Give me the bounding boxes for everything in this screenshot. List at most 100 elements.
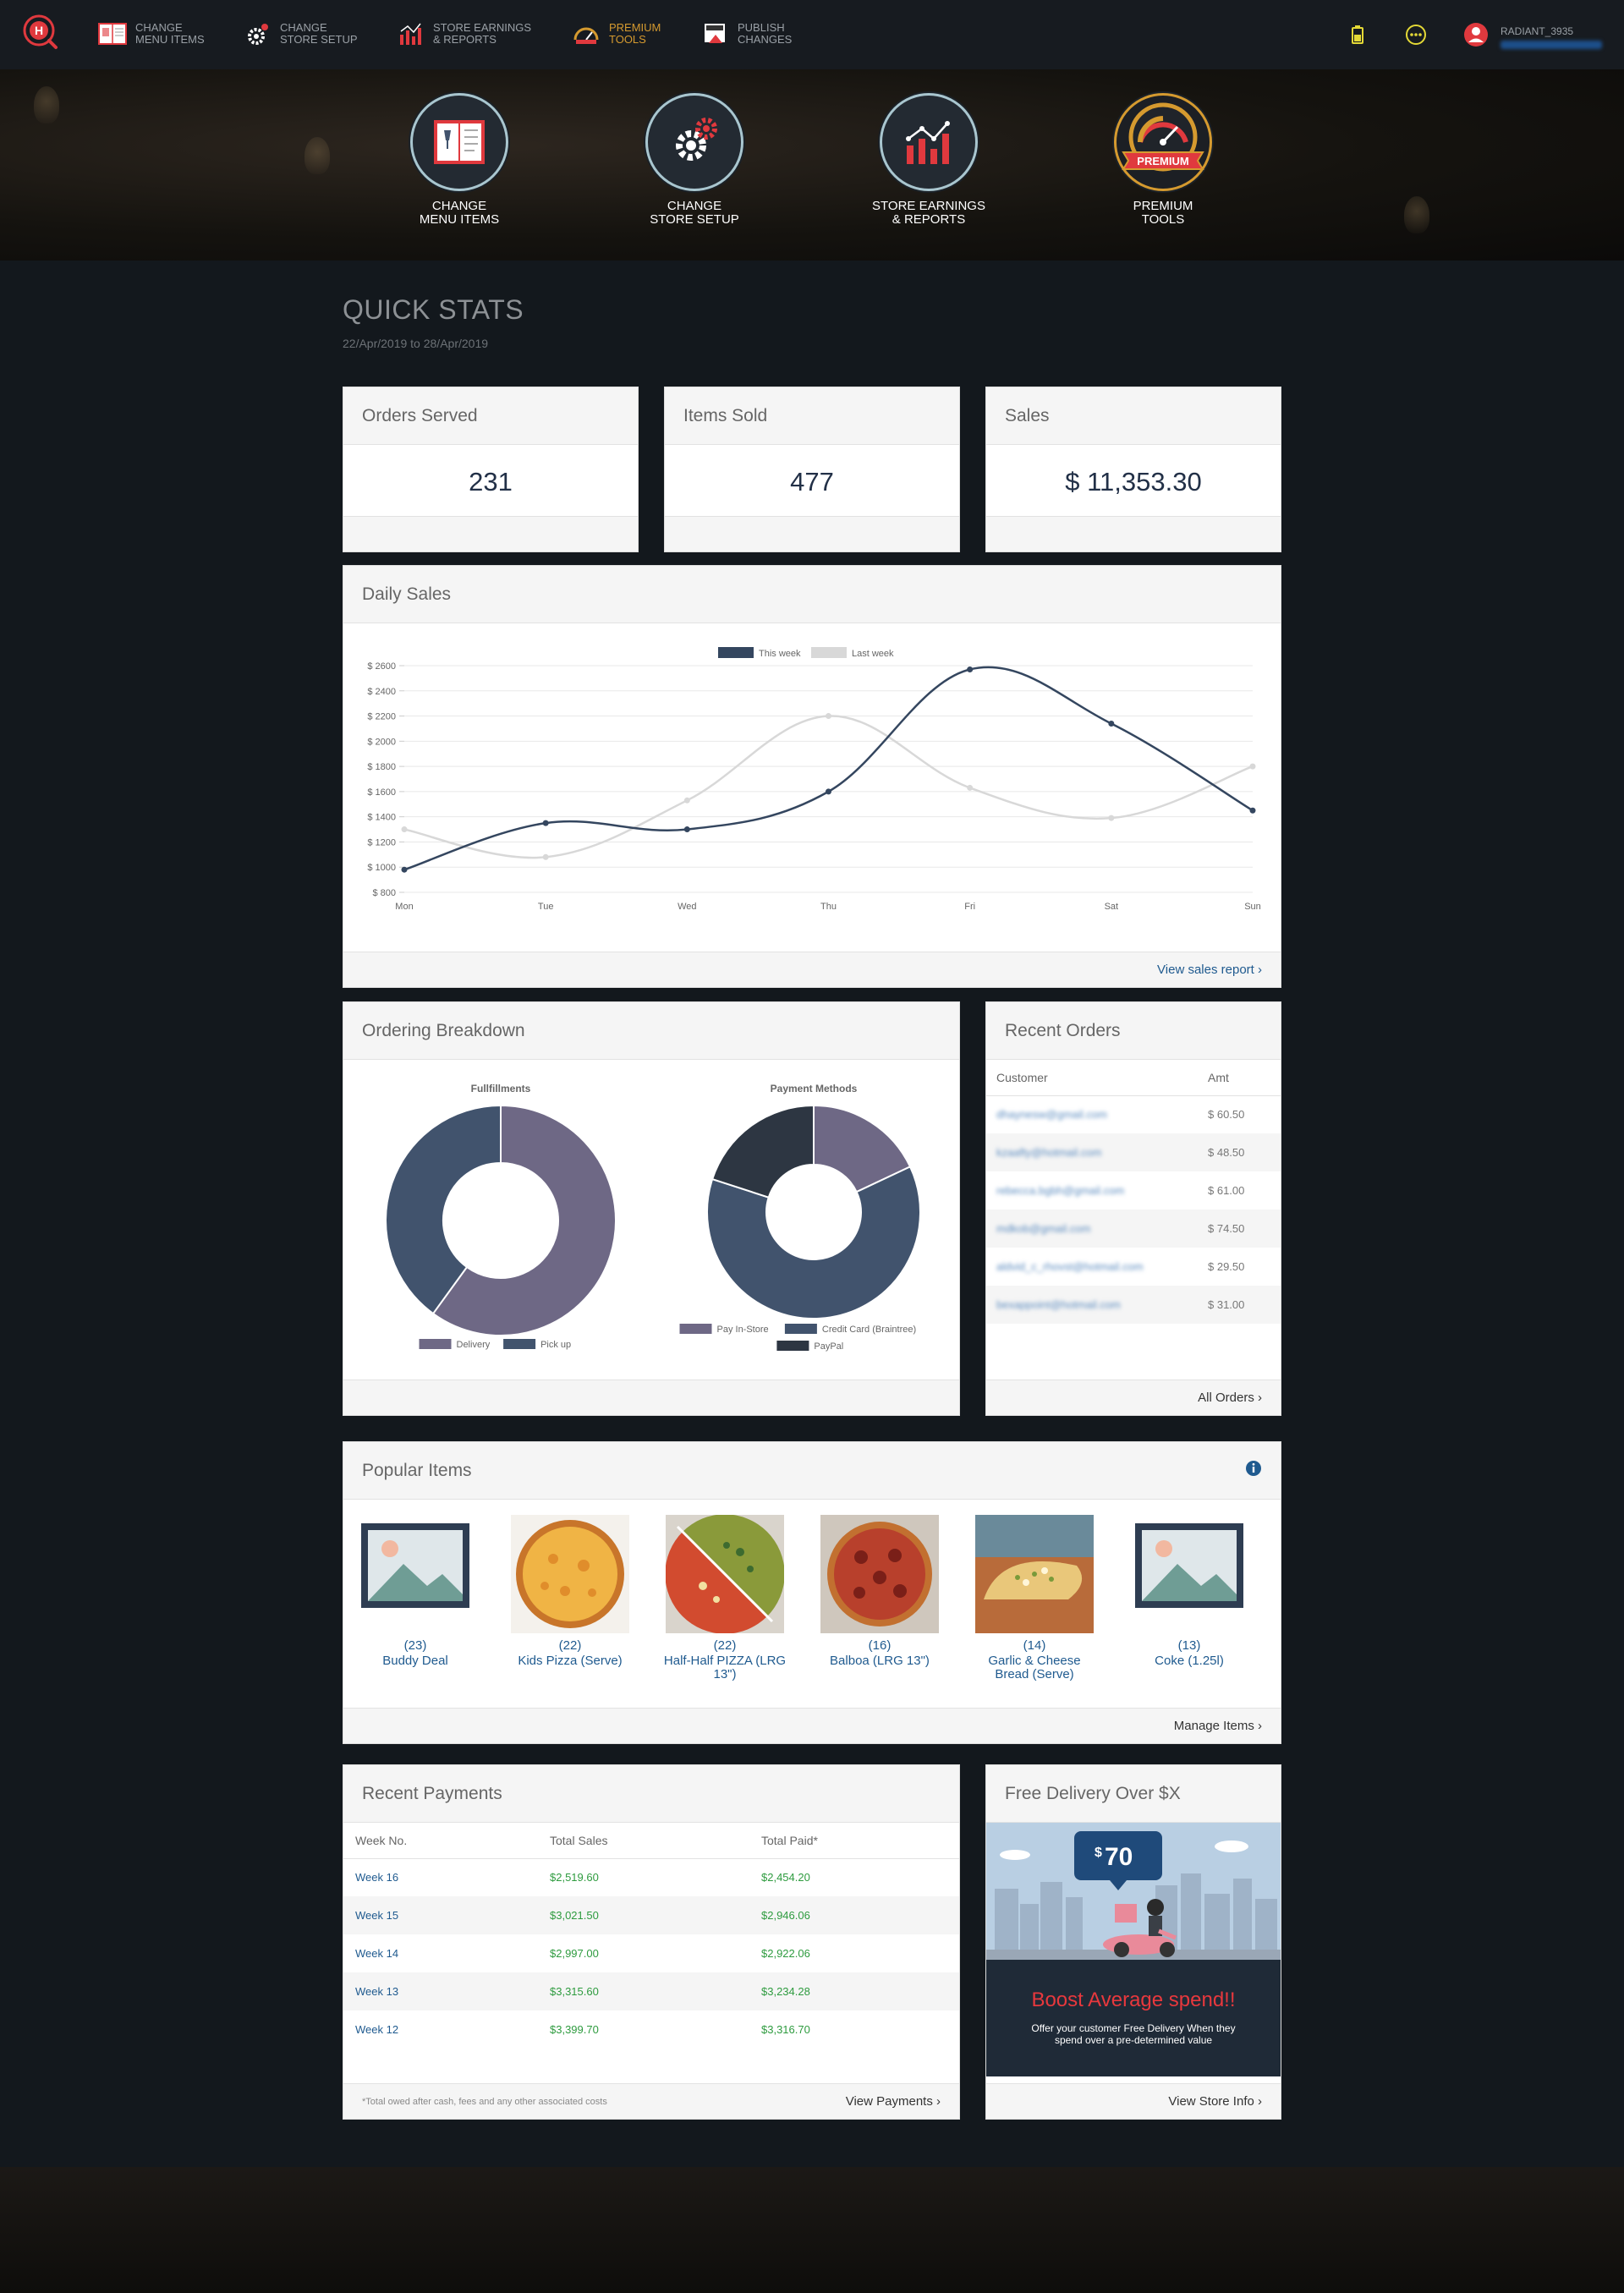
- week-link[interactable]: Week 13: [343, 1972, 538, 2010]
- total-sales-cell: $3,315.60: [538, 1972, 749, 2010]
- top-nav: H CHANGE MENU ITEMS CHANGE STORE SETUP S…: [0, 0, 1624, 69]
- column-header: Total Paid*: [749, 1823, 959, 1859]
- week-link[interactable]: Week 16: [343, 1858, 538, 1896]
- nav-change-menu-items[interactable]: CHANGE MENU ITEMS: [96, 19, 205, 49]
- item-name: Half-Half PIZZA (LRG 13"): [663, 1654, 787, 1681]
- item-image: [356, 1515, 475, 1633]
- data-point: [401, 826, 408, 833]
- view-payments-link[interactable]: View Payments ›: [846, 2094, 941, 2109]
- free-delivery-card: Free Delivery Over $X $ 70 Boost Average…: [985, 1764, 1281, 2120]
- column-header: Amt: [1198, 1060, 1281, 1096]
- total-sales-cell: $2,997.00: [550, 1947, 599, 1960]
- data-point: [683, 826, 690, 833]
- item-count: (16): [868, 1638, 892, 1653]
- popular-item[interactable]: (22) Half-Half PIZZA (LRG 13"): [661, 1515, 788, 1681]
- hero-change-store-setup[interactable]: CHANGE STORE SETUP: [631, 93, 758, 227]
- nav-store-earnings[interactable]: STORE EARNINGS & REPORTS: [394, 19, 531, 49]
- hero-premium-tools[interactable]: PREMIUM PREMIUM TOOLS: [1100, 93, 1226, 227]
- table-row: Week 14 $2,997.00 $2,922.06: [343, 1934, 959, 1972]
- item-image: [511, 1515, 629, 1633]
- x-tick-label: Sun: [1244, 902, 1261, 912]
- free-delivery-banner[interactable]: $ 70 Boost Average spend!! Offer your cu…: [986, 1823, 1281, 2076]
- view-store-info-link[interactable]: View Store Info ›: [1168, 2094, 1262, 2109]
- data-point: [542, 820, 549, 826]
- daily-sales-chart: This week Last week $ 800 $ 1000 $ 1200 $ 140…: [367, 647, 1261, 912]
- total-sales-cell: $3,021.50: [538, 1896, 749, 1934]
- x-tick-label: Fri: [964, 902, 975, 912]
- nav-label: PREMIUM TOOLS: [609, 21, 661, 46]
- week-link[interactable]: Week 15: [343, 1896, 538, 1934]
- all-orders-link[interactable]: All Orders ›: [1198, 1391, 1262, 1405]
- app-logo[interactable]: H: [22, 14, 59, 51]
- week-link[interactable]: Week 14: [343, 1934, 538, 1972]
- daily-sales-card: Daily Sales This week Last week $ 800 $ 100…: [343, 565, 1281, 988]
- premium-badge-icon: PREMIUM: [1114, 93, 1212, 191]
- amount-cell: $ 29.50: [1208, 1260, 1245, 1273]
- popular-item[interactable]: (14) Garlic & Cheese Bread (Serve): [971, 1515, 1098, 1681]
- nav-premium-tools[interactable]: PREMIUM TOOLS: [570, 19, 661, 49]
- chart-title: Payment Methods: [771, 1083, 858, 1094]
- column-header: Total Sales: [538, 1823, 749, 1859]
- nav-publish-changes[interactable]: PUBLISH CHANGES: [699, 19, 792, 49]
- nav-change-store-setup[interactable]: CHANGE STORE SETUP: [241, 19, 358, 49]
- data-point: [1249, 763, 1256, 770]
- chart-legend: This week Last week: [718, 647, 894, 659]
- recent-payments-card: Recent Payments Week No. Total Sales Tot…: [343, 1764, 960, 2120]
- card-title: Recent Payments: [362, 1783, 502, 1803]
- view-sales-report-link[interactable]: View sales report ›: [1157, 963, 1262, 977]
- legend-label: Credit Card (Braintree): [822, 1325, 916, 1335]
- hero-tile-label: CHANGE STORE SETUP: [650, 199, 739, 227]
- manage-items-link[interactable]: Manage Items ›: [1174, 1719, 1262, 1733]
- x-tick-label: Sat: [1105, 902, 1119, 912]
- data-point: [1108, 815, 1115, 821]
- hero-change-menu-items[interactable]: CHANGE MENU ITEMS: [396, 93, 523, 227]
- bar-chart-icon: [394, 19, 426, 49]
- item-name: Buddy Deal: [382, 1654, 448, 1668]
- table-row[interactable]: aldvid_c_rhovst@hotmail.com $ 29.50: [986, 1248, 1281, 1286]
- recent-orders-card: Recent Orders Customer Amt dhaynesw@gmai…: [985, 1001, 1281, 1416]
- popular-item[interactable]: (23) Buddy Deal: [352, 1515, 479, 1668]
- data-point: [1108, 720, 1115, 727]
- popular-item[interactable]: (16) Balboa (LRG 13"): [816, 1515, 943, 1668]
- y-tick-label: $ 1400: [367, 813, 396, 823]
- hero-store-earnings[interactable]: STORE EARNINGS & REPORTS: [865, 93, 992, 227]
- recent-orders-table: Customer Amt dhaynesw@gmail.com $ 60.50 k…: [986, 1060, 1281, 1324]
- week-link[interactable]: Week 12: [343, 2010, 538, 2049]
- table-row[interactable]: rebecca.bgbh@gmail.com $ 61.00: [986, 1171, 1281, 1210]
- series-line: [403, 715, 1254, 859]
- svg-text:70: 70: [1105, 1843, 1133, 1871]
- more-options-icon[interactable]: [1405, 24, 1427, 46]
- customer-cell: dhaynesw@gmail.com: [996, 1108, 1107, 1122]
- table-row[interactable]: mdkob@gmail.com $ 74.50: [986, 1210, 1281, 1248]
- user-menu[interactable]: RADIANT_3935: [1463, 22, 1602, 52]
- amount-cell: $ 31.00: [1198, 1286, 1281, 1324]
- card-title: Items Sold: [683, 405, 768, 425]
- table-row[interactable]: bexappoint@hotmail.com $ 31.00: [986, 1286, 1281, 1324]
- publish-icon: [699, 19, 731, 49]
- menu-book-icon: [410, 93, 508, 191]
- table-row[interactable]: kzaafty@hotmail.com $ 48.50: [986, 1133, 1281, 1171]
- hero-tile-label: PREMIUM TOOLS: [1133, 199, 1193, 227]
- y-tick-label: $ 1000: [367, 863, 396, 873]
- popular-item[interactable]: (13) Coke (1.25l): [1126, 1515, 1253, 1668]
- item-name: Garlic & Cheese Bread (Serve): [988, 1654, 1081, 1681]
- svg-text:H: H: [35, 24, 43, 37]
- card-title: Orders Served: [362, 405, 478, 425]
- battery-icon[interactable]: [1347, 24, 1369, 46]
- info-icon[interactable]: [1245, 1460, 1262, 1481]
- legend-swatch: [718, 647, 754, 658]
- table-row[interactable]: dhaynesw@gmail.com $ 60.50: [986, 1095, 1281, 1133]
- user-name: RADIANT_3935: [1501, 25, 1574, 37]
- total-paid-cell: $2,946.06: [749, 1896, 959, 1934]
- y-tick-label: $ 800: [372, 888, 396, 898]
- stat-value: 477: [790, 467, 834, 496]
- x-tick-label: Tue: [538, 902, 554, 912]
- bar-chart-icon: [880, 93, 978, 191]
- legend-label: Pick up: [540, 1340, 571, 1350]
- data-point: [401, 866, 408, 873]
- legend-label: Pay In-Store: [717, 1325, 769, 1335]
- popular-item[interactable]: (22) Kids Pizza (Serve): [507, 1515, 634, 1668]
- legend-swatch: [776, 1341, 809, 1351]
- legend-swatch: [811, 647, 847, 658]
- legend-swatch: [419, 1339, 452, 1349]
